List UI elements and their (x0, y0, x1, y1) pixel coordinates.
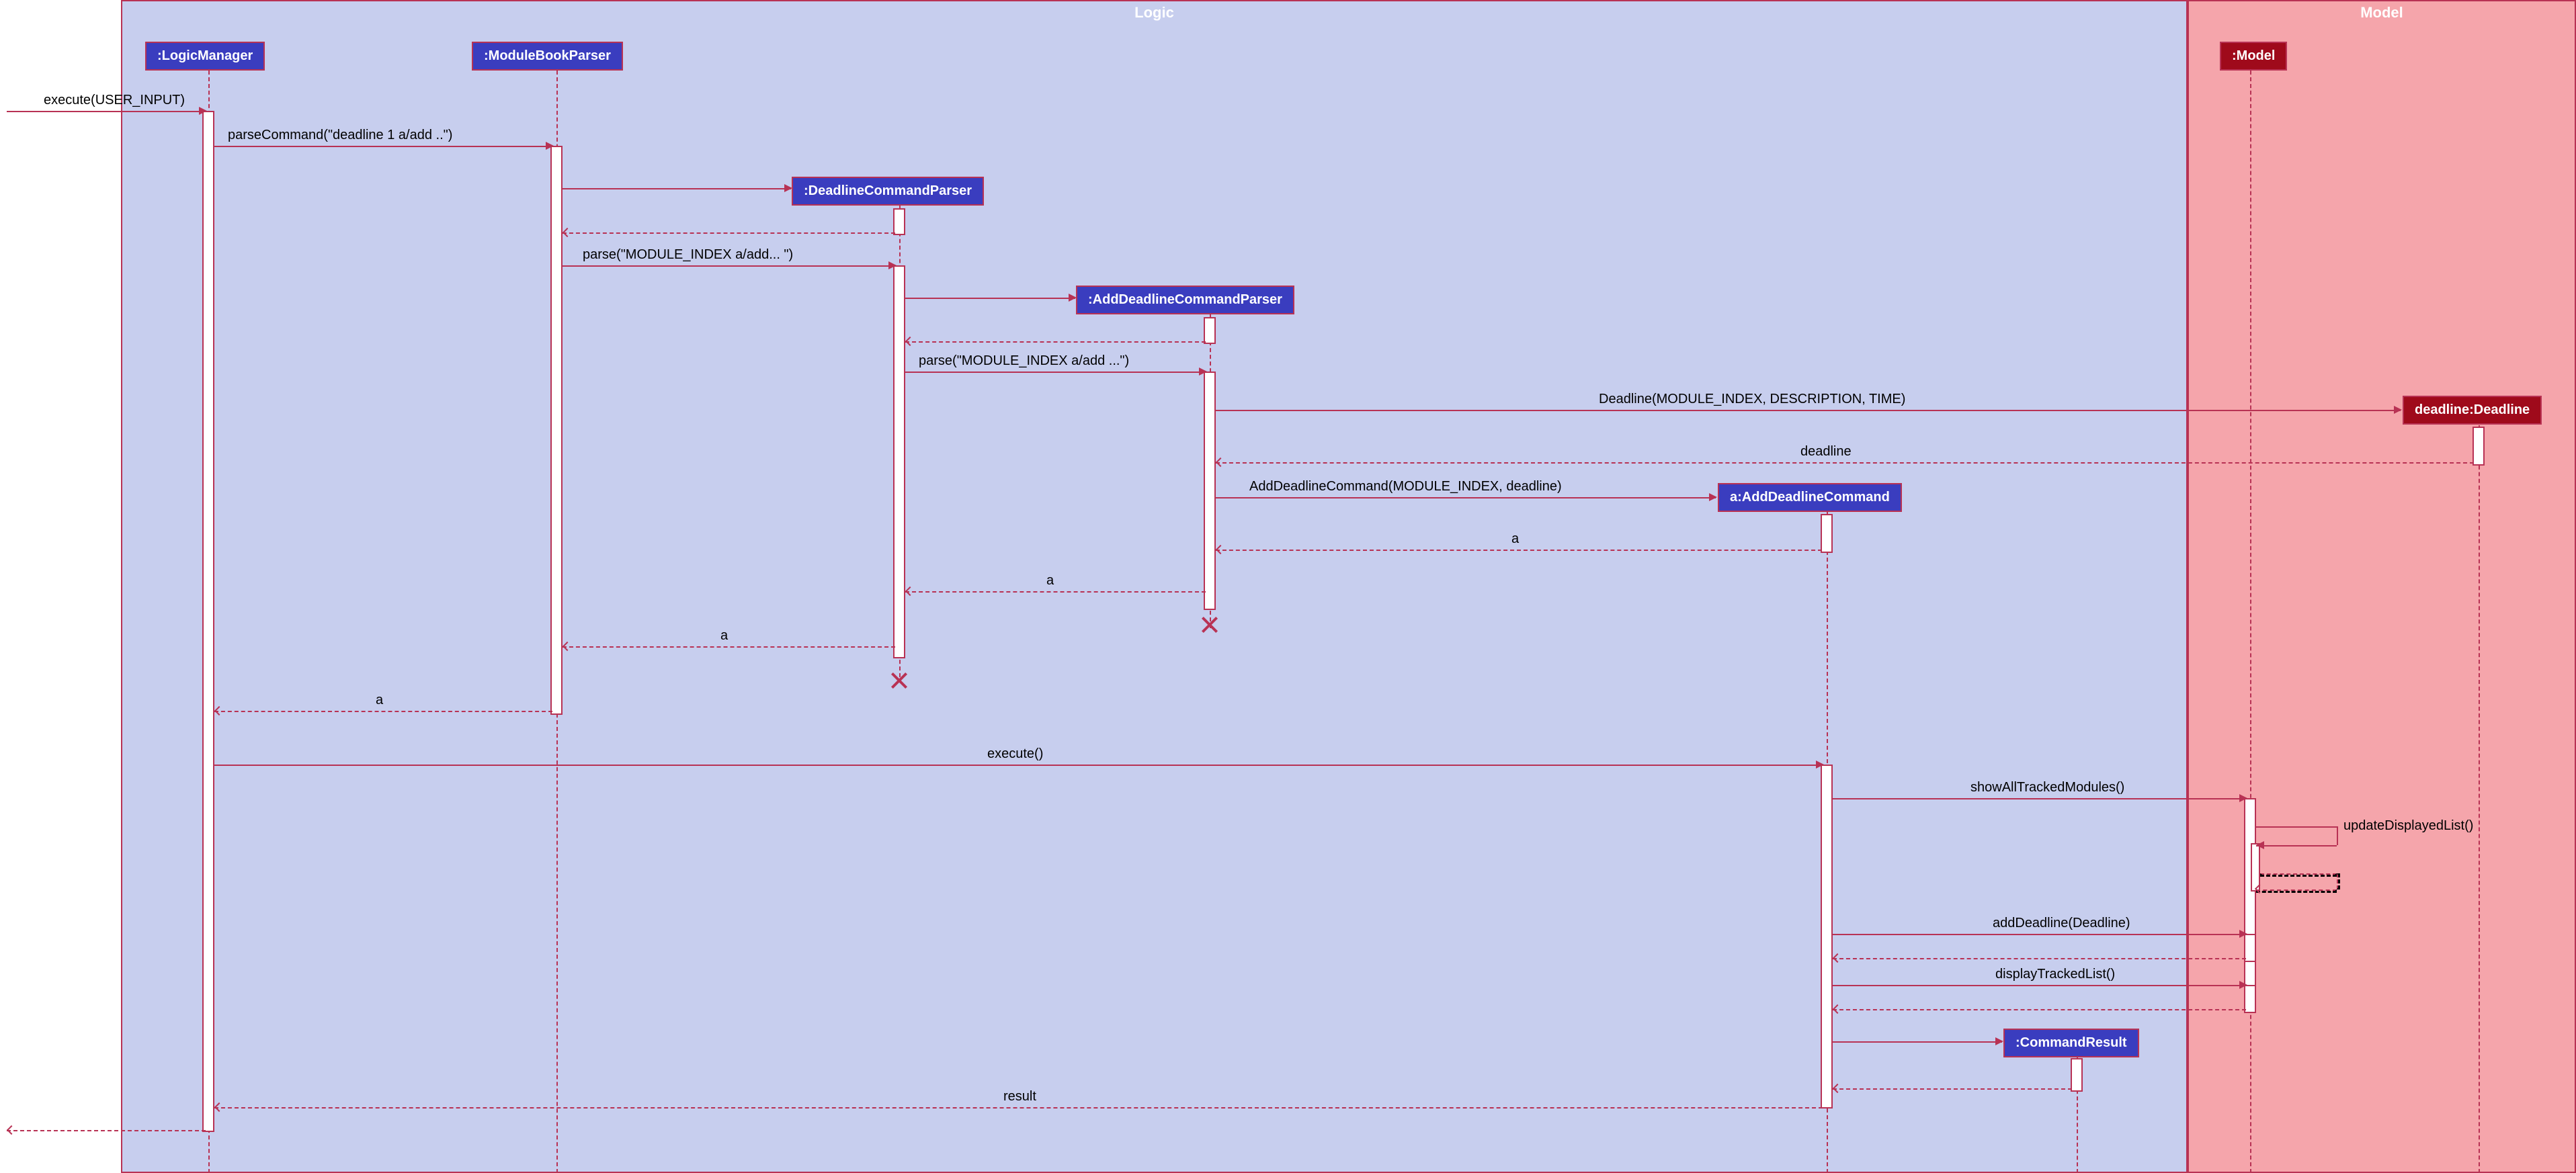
participant-commandresult: :CommandResult (2003, 1029, 2139, 1057)
activation-model-showall (2244, 798, 2256, 1006)
msg-execute-label: execute() (987, 746, 1043, 762)
msg-a3-label: a (720, 628, 728, 644)
msg-deadline-ctor-label: Deadline(MODULE_INDEX, DESCRIPTION, TIME… (1599, 392, 1905, 407)
destroy-deadlinecommandparser (889, 670, 909, 691)
activation-adddeadlinecommand-exec (1821, 765, 1833, 1109)
msg-showall-label: showAllTrackedModules() (1970, 780, 2124, 795)
msg-parse1-label: parse("MODULE_INDEX a/add... ") (583, 247, 793, 263)
msg-a2-label: a (1046, 573, 1054, 589)
activation-deadline (2473, 427, 2485, 466)
msg-adddeadline-label: addDeadline(Deadline) (1993, 916, 2130, 931)
msg-execute-input-label: execute(USER_INPUT) (44, 93, 185, 108)
msg-parsecommand-label: parseCommand("deadline 1 a/add ..") (228, 128, 452, 143)
activation-adddeadlinecommandparser (1204, 372, 1216, 610)
participant-logicmanager: :LogicManager (145, 42, 265, 71)
msg-a1-label: a (1511, 531, 1519, 547)
msg-parse2-label: parse("MODULE_INDEX a/add ...") (919, 353, 1129, 369)
msg-a4-label: a (376, 693, 383, 708)
msg-deadline-return-label: deadline (1800, 444, 1852, 460)
lifeline-deadline (2479, 425, 2480, 1173)
activation-logicmanager (202, 111, 214, 1132)
logic-region: Logic (121, 0, 2188, 1173)
activation-modulebookparser (550, 146, 563, 715)
destroy-adddeadlinecommandparser (1200, 615, 1220, 635)
msg-adc-ctor-label: AddDeadlineCommand(MODULE_INDEX, deadlin… (1249, 479, 1562, 494)
participant-adddeadlinecommandparser: :AddDeadlineCommandParser (1076, 286, 1294, 314)
activation-deadlinecommandparser-short (893, 208, 905, 235)
sequence-diagram: Logic Model :LogicManager :ModuleBookPar… (0, 0, 2576, 1173)
participant-modulebookparser: :ModuleBookParser (472, 42, 623, 71)
participant-model: :Model (2220, 42, 2287, 71)
msg-result-label: result (1003, 1089, 1036, 1104)
activation-commandresult (2071, 1058, 2083, 1092)
msg-updatedisplayed-label: updateDisplayedList() (2343, 818, 2473, 834)
participant-deadlinecommandparser: :DeadlineCommandParser (792, 177, 984, 206)
participant-adddeadlinecommand: a:AddDeadlineCommand (1718, 483, 1902, 512)
participant-deadline: deadline:Deadline (2403, 396, 2542, 425)
activation-deadlinecommandparser (893, 265, 905, 658)
msg-displaytracked-label: displayTrackedList() (1995, 967, 2115, 982)
activation-adddeadlinecommandparser-short (1204, 317, 1216, 344)
model-region-title: Model (2360, 4, 2403, 21)
activation-adddeadlinecommand-ctor (1821, 514, 1833, 553)
logic-region-title: Logic (1134, 4, 1174, 21)
